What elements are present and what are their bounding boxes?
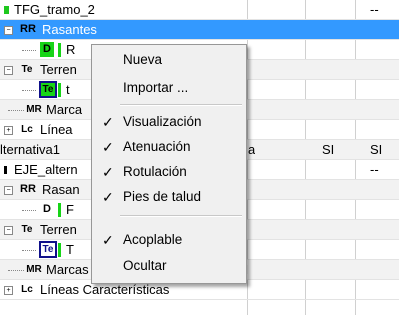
menu-item-atenuacion[interactable]: ✓ Atenuación — [92, 135, 246, 159]
collapse-icon[interactable]: − — [4, 186, 13, 195]
row-value-c3: SI — [370, 142, 383, 157]
row-label: Línea — [40, 122, 73, 137]
menu-item-rotulacion[interactable]: ✓ Rotulación — [92, 160, 246, 184]
tree-connector — [8, 110, 24, 111]
color-bar — [58, 203, 61, 217]
menu-item-visualizacion[interactable]: ✓ Visualización — [92, 110, 246, 134]
menu-item-label: Acoplable — [123, 232, 183, 247]
green-square-icon — [4, 6, 9, 14]
row-label: Terren — [40, 222, 77, 237]
terrain-box-icon: Te — [39, 241, 57, 258]
row-value-c1: a — [248, 142, 256, 157]
collapse-icon[interactable]: − — [4, 226, 13, 235]
row-label: R — [66, 42, 76, 57]
menu-item-label: Visualización — [123, 114, 202, 129]
checkmark-icon: ✓ — [102, 139, 114, 155]
tree-connector — [22, 50, 36, 51]
tree-row-tfg-tramo[interactable]: TFG_tramo_2 -- — [0, 0, 399, 20]
menu-item-ocultar[interactable]: Ocultar — [92, 254, 246, 278]
row-label: EJE_altern — [14, 162, 78, 177]
axis-icon — [4, 166, 7, 174]
menu-item-label: Atenuación — [123, 139, 191, 154]
menu-item-nueva[interactable]: Nueva — [92, 48, 246, 72]
menu-item-label: Ocultar — [123, 258, 167, 273]
rasante-icon: RR — [20, 23, 36, 35]
menu-item-label: Nueva — [123, 52, 163, 67]
menu-item-label: Importar ... — [123, 80, 189, 95]
color-bar — [58, 83, 61, 97]
row-value-c3: -- — [370, 2, 379, 17]
row-label: t — [66, 82, 70, 97]
tree-connector — [22, 90, 36, 91]
row-label: Marca — [46, 102, 83, 117]
menu-separator — [120, 215, 242, 217]
terrain-icon: Te — [21, 224, 33, 235]
menu-item-acoplable[interactable]: ✓ Acoplable — [92, 228, 246, 252]
menu-item-label: Rotulación — [123, 164, 187, 179]
terrain-box-icon: Te — [39, 81, 57, 98]
rasante-icon: RR — [20, 183, 36, 195]
checkmark-icon: ✓ — [102, 114, 114, 130]
menu-item-label: Pies de talud — [123, 189, 202, 204]
context-menu: Nueva Importar ... ✓ Visualización ✓ Ate… — [91, 44, 247, 284]
lines-icon: Lc — [21, 124, 33, 135]
tree-connector — [8, 270, 24, 271]
checkmark-icon: ✓ — [102, 189, 114, 205]
menu-item-importar[interactable]: Importar ... — [92, 76, 246, 100]
row-value-c2: SI — [322, 142, 335, 157]
row-label: F — [66, 202, 74, 217]
row-label: Rasan — [42, 182, 80, 197]
lines-icon: Lc — [21, 284, 33, 295]
expand-icon[interactable]: + — [4, 286, 13, 295]
collapse-icon[interactable]: − — [4, 66, 13, 75]
design-icon: D — [40, 202, 54, 217]
row-label: T — [66, 242, 74, 257]
row-label: TFG_tramo_2 — [14, 2, 95, 17]
menu-separator — [120, 104, 242, 106]
expand-icon[interactable]: + — [4, 126, 13, 135]
tree-row-rasantes[interactable]: − RR Rasantes — [0, 20, 399, 40]
design-icon: D — [40, 42, 54, 57]
menu-item-pies-de-talud[interactable]: ✓ Pies de talud — [92, 185, 246, 209]
row-label: Rasantes — [42, 22, 97, 37]
color-bar — [58, 43, 61, 57]
color-bar — [58, 243, 61, 257]
row-label: lternativa1 — [0, 142, 60, 157]
checkmark-icon: ✓ — [102, 232, 114, 248]
terrain-icon: Te — [21, 64, 33, 75]
row-label: Terren — [40, 62, 77, 77]
marks-icon: MR — [26, 264, 42, 275]
row-value-c3: -- — [370, 162, 379, 177]
checkmark-icon: ✓ — [102, 164, 114, 180]
tree-connector — [22, 250, 36, 251]
marks-icon: MR — [26, 104, 42, 115]
collapse-icon[interactable]: − — [4, 26, 13, 35]
tree-connector — [22, 210, 36, 211]
